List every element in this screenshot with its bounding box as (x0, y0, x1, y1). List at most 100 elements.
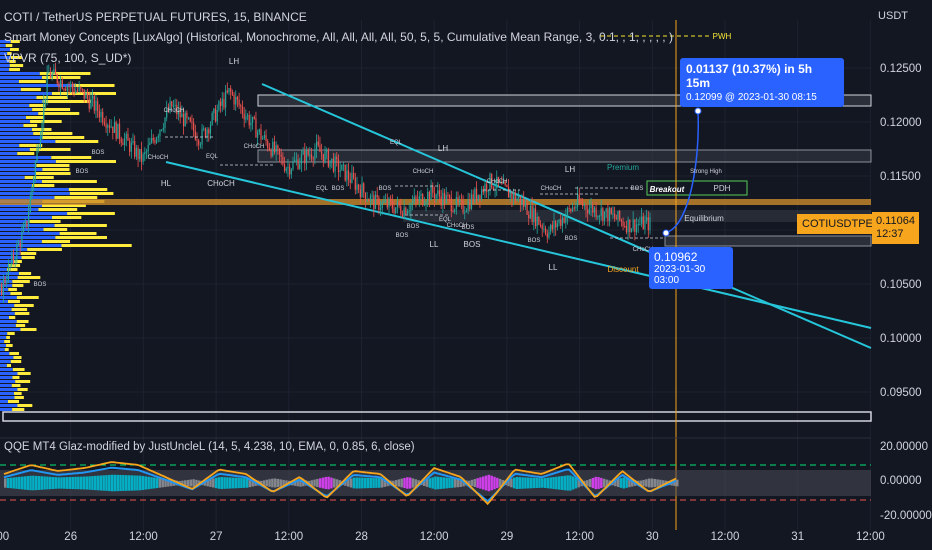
candle-body (204, 128, 207, 137)
qqe-bar (411, 478, 415, 488)
candle-body (327, 149, 329, 167)
candle-body (368, 199, 370, 201)
vpvr-bar-up (5, 44, 13, 47)
qqe-bar (600, 477, 603, 489)
candle-body (262, 137, 264, 140)
low-callout-main: 0.10962 (654, 250, 698, 264)
vpvr-bar-up (38, 208, 78, 211)
vpvr-bar-up (42, 168, 70, 171)
candle-body (582, 202, 584, 206)
time-axis-label: 12:00 (711, 531, 740, 543)
candle-body (374, 194, 377, 210)
target-callout[interactable]: 0.01137 (10.37%) in 5h 15m 0.12099 @ 202… (680, 58, 844, 107)
candle-body (241, 106, 244, 114)
qqe-bar (102, 475, 105, 491)
qqe-bar (369, 477, 373, 489)
candle-body (479, 194, 481, 200)
qqe-tick-label: 20.00000 (880, 441, 928, 453)
qqe-bar (569, 475, 572, 491)
candle-body (150, 137, 153, 143)
candle-body (81, 88, 84, 90)
candle-body (619, 210, 621, 220)
candle-body (534, 208, 537, 227)
candle-body (585, 205, 587, 210)
candle-body (640, 216, 643, 224)
qqe-bar (442, 477, 446, 489)
candle-body (612, 213, 614, 215)
candle-body (492, 187, 494, 190)
vpvr-bar-down (0, 80, 19, 83)
candle-body (105, 124, 107, 128)
vpvr-bar-up (38, 112, 80, 115)
candle-body (603, 211, 606, 221)
vpvr-bar-up (14, 304, 34, 307)
vpvr-bar-up (17, 404, 33, 407)
vpvr-bar-down (0, 368, 13, 371)
candle-body (514, 192, 516, 201)
qqe-bar (372, 478, 375, 488)
candle-body (161, 129, 163, 131)
vpvr-bar-up (29, 220, 61, 223)
vpvr-bar-down (0, 348, 5, 351)
vpvr-bar-down (0, 272, 19, 275)
candle-body (630, 228, 633, 233)
qqe-bar (366, 477, 370, 489)
qqe-bar (214, 477, 218, 489)
candle-body (127, 133, 129, 141)
candle-body (438, 190, 441, 197)
qqe-tick-label: 0.00000 (880, 475, 922, 487)
qqe-bar (591, 477, 595, 489)
smc-indicator-legend[interactable]: Smart Money Concepts [LuxAlgo] (Historic… (4, 30, 673, 44)
candle-body (268, 148, 271, 151)
candle-body (34, 161, 36, 179)
vpvr-bar-down (0, 376, 13, 379)
candle-body (187, 117, 190, 119)
candle-body (16, 244, 18, 260)
qqe-bar (571, 476, 575, 490)
candle-body (371, 195, 373, 197)
qqe-bar (479, 477, 482, 489)
candle-body (76, 90, 79, 92)
qqe-bar (586, 480, 589, 486)
qqe-bar (642, 479, 645, 487)
qqe-bar (133, 475, 136, 491)
qqe-indicator-legend[interactable]: QQE MT4 Glaz-modified by JustUncleL (14,… (4, 441, 415, 453)
candle-body (6, 280, 8, 283)
qqe-bar (524, 477, 527, 489)
qqe-bar (54, 477, 58, 489)
vpvr-indicator-legend[interactable]: VPVR (75, 100, S_UD*) (4, 51, 131, 65)
candle-body (578, 194, 580, 203)
low-callout[interactable]: 0.10962 2023-01-30 03:00 (649, 247, 733, 289)
candle-body (455, 197, 457, 210)
candle-body (391, 201, 393, 209)
candle-body (597, 216, 599, 218)
candle-body (78, 86, 80, 91)
vpvr-bar-up (24, 176, 54, 179)
candle-body (238, 99, 240, 106)
vpvr-bar-up (73, 84, 115, 87)
vpvr-bar-up (43, 228, 68, 231)
smc-label-choch-g: CHoCH (541, 186, 562, 192)
candle-body (556, 223, 558, 228)
bar-countdown: 12:37 (876, 228, 904, 240)
candle-body (36, 148, 38, 162)
qqe-bar (448, 477, 451, 489)
vpvr-bar-down (0, 124, 24, 127)
smc-label-choch-a: CHoCH (207, 179, 235, 188)
qqe-bar (79, 476, 83, 490)
vpvr-bar-up (20, 328, 37, 331)
vpvr-bar-down (0, 392, 15, 395)
qqe-bar (130, 475, 134, 491)
vpvr-bar-down (0, 240, 42, 243)
qqe-bar (158, 478, 162, 488)
vpvr-bar-up (17, 388, 28, 391)
candle-body (359, 189, 361, 198)
vpvr-bar-up (14, 396, 24, 399)
low-callout-sub: 2023-01-30 03:00 (654, 264, 706, 286)
candle-body (349, 179, 351, 183)
candle-body (506, 184, 508, 187)
candle-body (449, 195, 451, 198)
candle-body (83, 89, 85, 99)
qqe-bar (37, 476, 41, 490)
qqe-bar (526, 477, 530, 489)
